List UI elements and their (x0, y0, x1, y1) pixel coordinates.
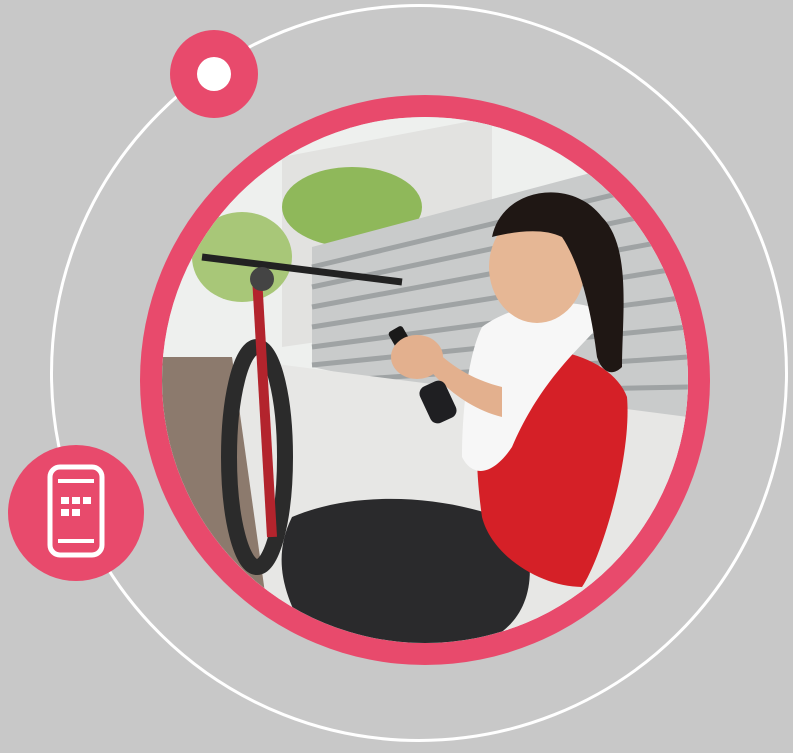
photo-hands (391, 335, 443, 379)
illustration-canvas (0, 0, 793, 753)
dot-badge-icon (170, 30, 258, 118)
smartphone-apps-icon (8, 445, 144, 581)
dot-badge-center (197, 57, 231, 91)
phone-app-grid (61, 497, 91, 516)
woman-with-phone-photo (162, 117, 688, 643)
photo-illustration (162, 117, 688, 643)
